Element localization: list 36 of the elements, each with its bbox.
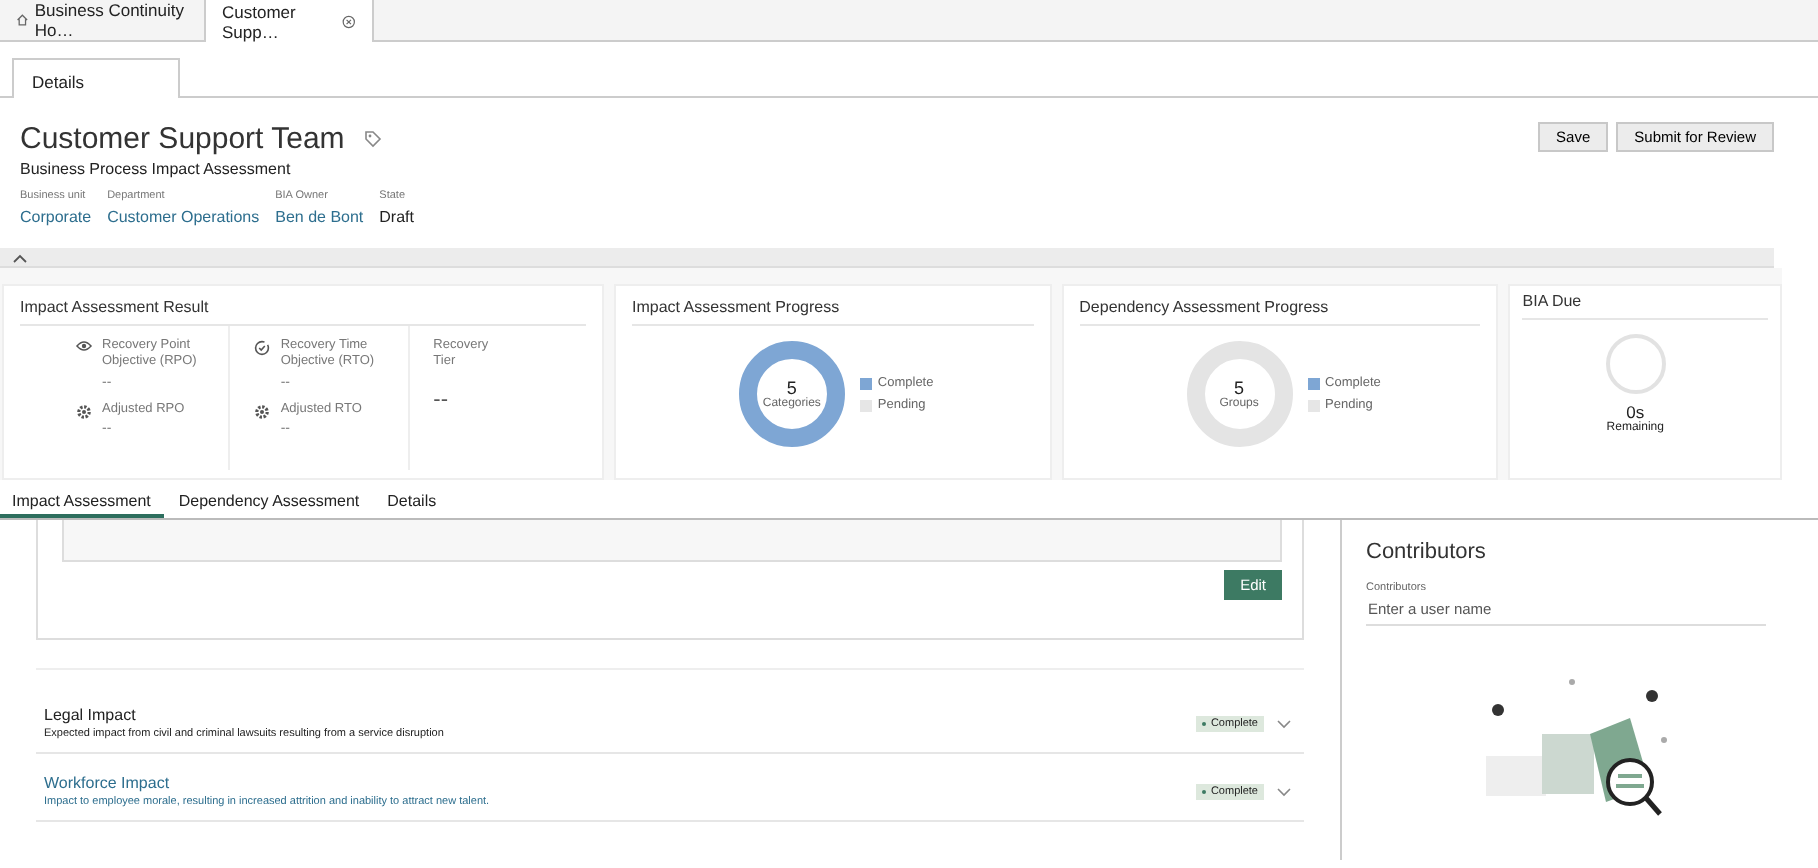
page-subtitle: Business Process Impact Assessment: [20, 160, 293, 178]
field-link[interactable]: Corporate: [20, 208, 92, 226]
field-value: Draft: [379, 208, 414, 226]
page-title: Customer Support Team: [20, 122, 345, 156]
chevron-down-icon[interactable]: [1276, 717, 1292, 729]
gear-icon: [76, 403, 92, 420]
close-icon[interactable]: [342, 13, 356, 29]
gear-icon: [254, 403, 271, 420]
donut-count: 5: [786, 378, 797, 398]
section-tab[interactable]: Dependency Assessment: [164, 486, 374, 518]
chevron-down-icon[interactable]: [1276, 785, 1292, 797]
eye-icon: [76, 340, 92, 352]
impact-title: Workforce Impact: [44, 774, 172, 792]
tag-icon[interactable]: [364, 130, 383, 148]
contributors-title: Contributors: [1366, 540, 1488, 564]
legend-swatch: [1307, 399, 1320, 411]
card-title: BIA Due: [1522, 292, 1768, 320]
clock-icon: [254, 340, 271, 356]
timer-ring: [1603, 332, 1668, 396]
legend-swatch: [859, 377, 872, 389]
chevron-up-icon[interactable]: [12, 251, 28, 263]
field-link[interactable]: Customer Operations: [107, 208, 260, 226]
metric-value: --: [433, 387, 450, 412]
field-link[interactable]: Ben de Bont: [275, 208, 364, 226]
donut-count: 5: [1234, 378, 1245, 398]
card-title: Impact Assessment Progress: [632, 298, 1034, 326]
due-value: 0s: [1626, 402, 1645, 422]
card-title: Dependency Assessment Progress: [1079, 298, 1481, 326]
document-tab[interactable]: Customer Supp…: [206, 0, 374, 42]
impact-title: Legal Impact: [44, 706, 138, 724]
home-icon: [16, 12, 29, 28]
legend-swatch: [1307, 377, 1320, 389]
legend-swatch: [859, 399, 872, 411]
details-tab[interactable]: Details: [12, 58, 180, 98]
section-tab[interactable]: Details: [373, 486, 451, 518]
card-title: Impact Assessment Result: [20, 298, 586, 326]
